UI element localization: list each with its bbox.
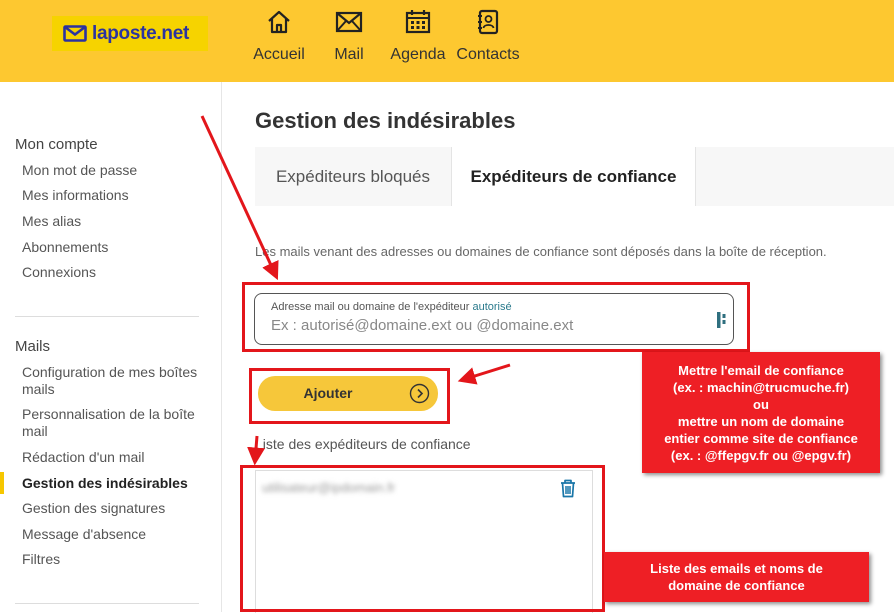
annotation-arrows: [200, 115, 511, 466]
